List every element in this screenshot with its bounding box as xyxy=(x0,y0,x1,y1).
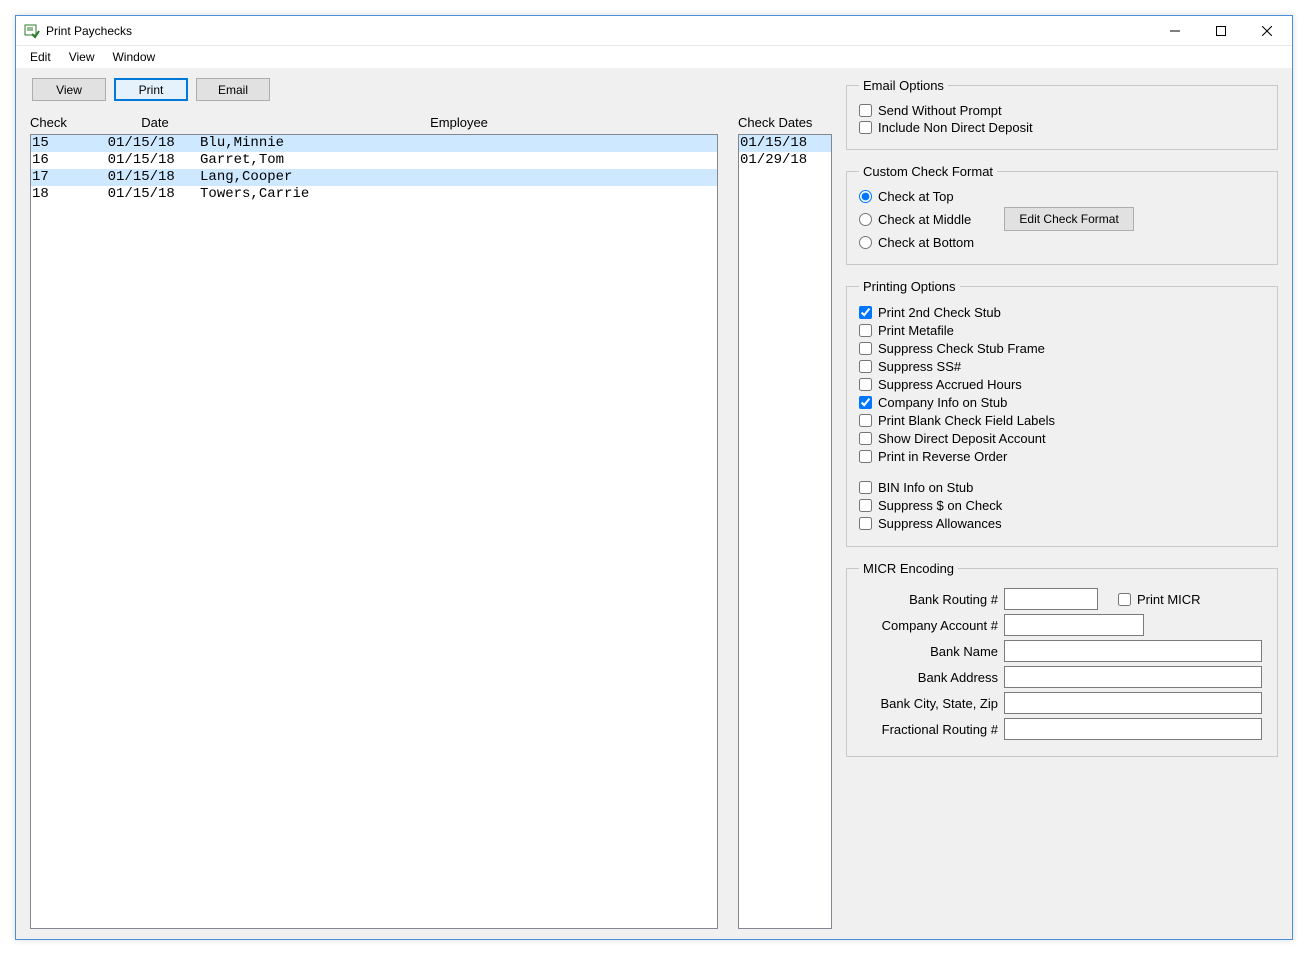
suppress-dollar-checkbox[interactable] xyxy=(859,499,872,512)
tables-row: Check Date Employee 15 01/15/18 Blu,Minn… xyxy=(30,115,832,929)
printing-options-group: Printing Options Print 2nd Check Stub Pr… xyxy=(846,279,1278,547)
bin-info-label: BIN Info on Stub xyxy=(878,480,973,495)
bank-csz-input[interactable] xyxy=(1004,692,1262,714)
suppress-frame-label: Suppress Check Stub Frame xyxy=(878,341,1045,356)
check-row[interactable]: 15 01/15/18 Blu,Minnie xyxy=(31,135,717,152)
edit-check-format-button[interactable]: Edit Check Format xyxy=(1004,207,1134,231)
send-without-prompt-checkbox[interactable] xyxy=(859,104,872,117)
check-dates-listbox[interactable]: 01/15/1801/29/18 xyxy=(738,134,832,929)
micr-encoding-group: MICR Encoding Bank Routing # Print MICR … xyxy=(846,561,1278,757)
include-non-dd-checkbox[interactable] xyxy=(859,121,872,134)
suppress-allow-checkbox[interactable] xyxy=(859,517,872,530)
suppress-dollar-label: Suppress $ on Check xyxy=(878,498,1002,513)
header-employee: Employee xyxy=(200,115,718,130)
print-micr-checkbox[interactable] xyxy=(1118,593,1131,606)
menu-view[interactable]: View xyxy=(61,48,103,66)
show-dd-label: Show Direct Deposit Account xyxy=(878,431,1046,446)
frac-routing-input[interactable] xyxy=(1004,718,1262,740)
bank-routing-label: Bank Routing # xyxy=(859,592,1004,607)
suppress-frame-checkbox[interactable] xyxy=(859,342,872,355)
check-at-bottom-radio[interactable] xyxy=(859,236,872,249)
bank-name-input[interactable] xyxy=(1004,640,1262,662)
checks-table: Check Date Employee 15 01/15/18 Blu,Minn… xyxy=(30,115,718,929)
frac-routing-label: Fractional Routing # xyxy=(859,722,1004,737)
micr-encoding-legend: MICR Encoding xyxy=(859,561,958,576)
print-button[interactable]: Print xyxy=(114,78,188,101)
check-at-top-label: Check at Top xyxy=(878,189,954,204)
suppress-ss-checkbox[interactable] xyxy=(859,360,872,373)
custom-check-format-group: Custom Check Format Check at Top Check a… xyxy=(846,164,1278,265)
print-metafile-label: Print Metafile xyxy=(878,323,954,338)
check-at-middle-label: Check at Middle xyxy=(878,212,971,227)
print-micr-label: Print MICR xyxy=(1137,592,1201,607)
blank-labels-label: Print Blank Check Field Labels xyxy=(878,413,1055,428)
blank-labels-checkbox[interactable] xyxy=(859,414,872,427)
date-row[interactable]: 01/29/18 xyxy=(739,152,831,169)
company-info-checkbox[interactable] xyxy=(859,396,872,409)
check-row[interactable]: 17 01/15/18 Lang,Cooper xyxy=(31,169,717,186)
company-acct-label: Company Account # xyxy=(859,618,1004,633)
bank-name-label: Bank Name xyxy=(859,644,1004,659)
printing-options-legend: Printing Options xyxy=(859,279,960,294)
close-button[interactable] xyxy=(1244,17,1290,45)
bank-csz-label: Bank City, State, Zip xyxy=(859,696,1004,711)
minimize-button[interactable] xyxy=(1152,17,1198,45)
window-title: Print Paychecks xyxy=(46,24,1152,38)
right-pane: Email Options Send Without Prompt Includ… xyxy=(846,78,1278,929)
suppress-accrued-checkbox[interactable] xyxy=(859,378,872,391)
suppress-accrued-label: Suppress Accrued Hours xyxy=(878,377,1022,392)
check-at-bottom-label: Check at Bottom xyxy=(878,235,974,250)
check-row[interactable]: 18 01/15/18 Towers,Carrie xyxy=(31,186,717,203)
email-options-legend: Email Options xyxy=(859,78,948,93)
print-2nd-stub-label: Print 2nd Check Stub xyxy=(878,305,1001,320)
include-non-dd-label: Include Non Direct Deposit xyxy=(878,120,1033,135)
bank-addr-label: Bank Address xyxy=(859,670,1004,685)
window-controls xyxy=(1152,17,1290,45)
send-without-prompt-label: Send Without Prompt xyxy=(878,103,1002,118)
date-row[interactable]: 01/15/18 xyxy=(739,135,831,152)
suppress-allow-label: Suppress Allowances xyxy=(878,516,1002,531)
header-date: Date xyxy=(110,115,200,130)
check-at-top-radio[interactable] xyxy=(859,190,872,203)
view-button[interactable]: View xyxy=(32,78,106,101)
app-icon xyxy=(24,23,40,39)
bank-addr-input[interactable] xyxy=(1004,666,1262,688)
header-check: Check xyxy=(30,115,110,130)
print-metafile-checkbox[interactable] xyxy=(859,324,872,337)
email-options-group: Email Options Send Without Prompt Includ… xyxy=(846,78,1278,150)
suppress-ss-label: Suppress SS# xyxy=(878,359,961,374)
left-pane: View Print Email Check Date Employee 15 … xyxy=(30,78,832,929)
company-info-label: Company Info on Stub xyxy=(878,395,1007,410)
header-check-dates: Check Dates xyxy=(738,115,812,130)
menu-edit[interactable]: Edit xyxy=(22,48,59,66)
client-area: View Print Email Check Date Employee 15 … xyxy=(16,68,1292,939)
bin-info-checkbox[interactable] xyxy=(859,481,872,494)
show-dd-checkbox[interactable] xyxy=(859,432,872,445)
checks-listbox[interactable]: 15 01/15/18 Blu,Minnie16 01/15/18 Garret… xyxy=(30,134,718,929)
maximize-button[interactable] xyxy=(1198,17,1244,45)
titlebar: Print Paychecks xyxy=(16,16,1292,46)
toolbar: View Print Email xyxy=(30,78,832,101)
check-at-middle-radio[interactable] xyxy=(859,213,872,226)
menu-window[interactable]: Window xyxy=(104,48,163,66)
check-row[interactable]: 16 01/15/18 Garret,Tom xyxy=(31,152,717,169)
reverse-order-label: Print in Reverse Order xyxy=(878,449,1007,464)
bank-routing-input[interactable] xyxy=(1004,588,1098,610)
menubar: Edit View Window xyxy=(16,46,1292,68)
dates-headers: Check Dates xyxy=(738,115,832,134)
check-dates-table: Check Dates 01/15/1801/29/18 xyxy=(738,115,832,929)
print-2nd-stub-checkbox[interactable] xyxy=(859,306,872,319)
company-acct-input[interactable] xyxy=(1004,614,1144,636)
email-button[interactable]: Email xyxy=(196,78,270,101)
checks-headers: Check Date Employee xyxy=(30,115,718,134)
custom-check-format-legend: Custom Check Format xyxy=(859,164,997,179)
reverse-order-checkbox[interactable] xyxy=(859,450,872,463)
print-paychecks-window: Print Paychecks Edit View Window View Pr… xyxy=(15,15,1293,940)
